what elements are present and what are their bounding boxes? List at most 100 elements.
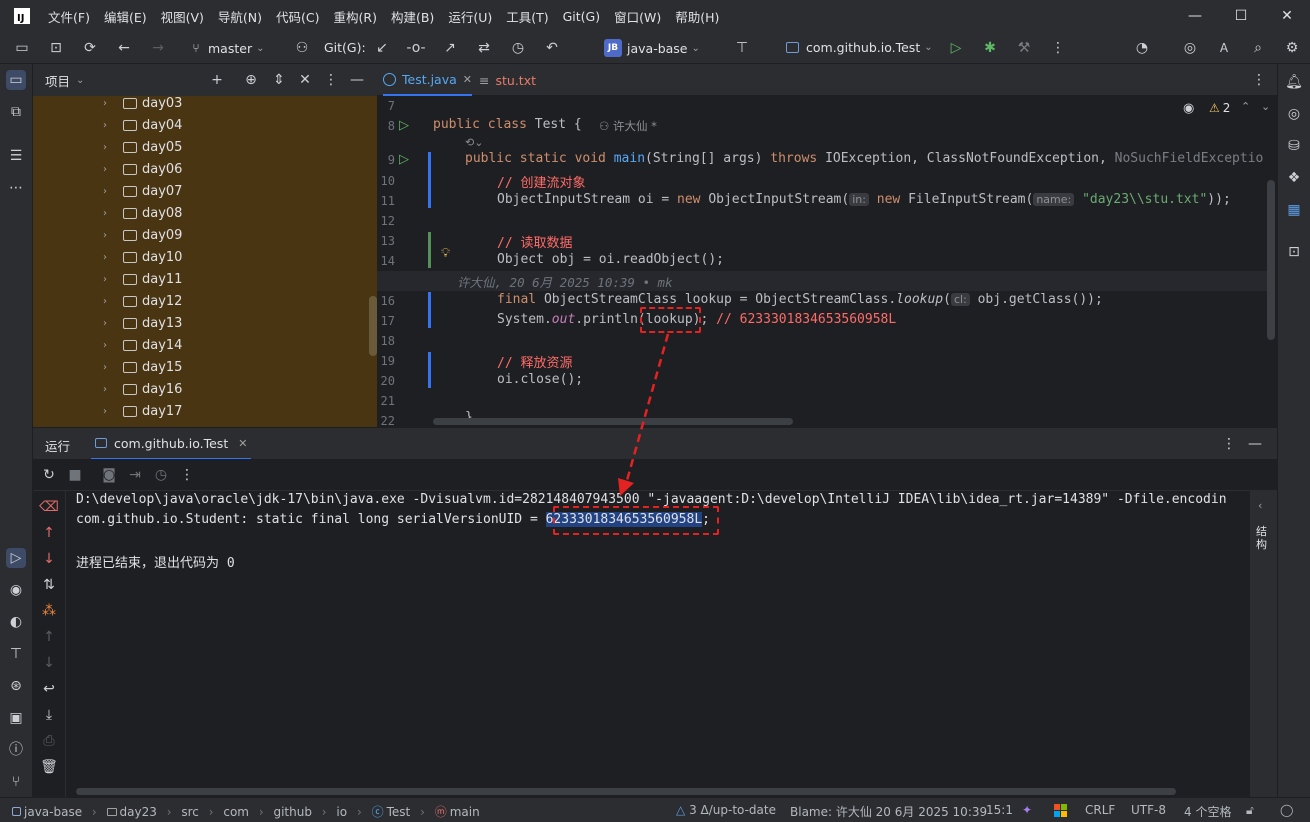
console-hscrollbar[interactable] (76, 788, 1176, 795)
services-icon[interactable]: ◉ (6, 580, 26, 600)
code-with-me-icon[interactable]: ⊡ (1284, 242, 1304, 262)
run-more-icon[interactable]: ⋮ (177, 465, 197, 485)
forward-icon[interactable]: → (148, 38, 168, 58)
menu-edit[interactable]: 编辑(E) (104, 7, 147, 26)
tree-folder[interactable]: › day12 (33, 290, 377, 312)
chevron-down-icon[interactable]: ⌄ (76, 75, 84, 86)
translate-icon[interactable]: A (1214, 38, 1234, 58)
endpoints-icon[interactable]: ⊛ (6, 676, 26, 696)
run-class-gutter-icon[interactable]: ▷ (399, 118, 409, 133)
tree-folder[interactable]: › day06 (33, 158, 377, 180)
lock-icon[interactable]: 🔓︎ (1246, 803, 1254, 818)
search-icon[interactable]: ⌕ (1248, 38, 1268, 58)
scroll-down-icon[interactable]: ↓ (39, 653, 59, 673)
coverage-icon[interactable]: ◷ (151, 465, 171, 485)
vcs-modified-marker[interactable] (428, 152, 431, 208)
more-actions-icon[interactable]: ⋮ (1048, 38, 1068, 58)
export-icon[interactable]: ⇥ (125, 465, 145, 485)
structure-tool-icon[interactable]: ☰ (6, 146, 26, 166)
notifications-icon[interactable]: 🔔︎ (1284, 72, 1304, 92)
menu-build[interactable]: 构建(B) (391, 7, 434, 26)
run-main-gutter-icon[interactable]: ▷ (399, 152, 409, 167)
add-user-icon[interactable]: ⚇ (292, 38, 312, 58)
tree-folder[interactable]: › day07 (33, 180, 377, 202)
rerun-icon[interactable]: ↻ (39, 465, 59, 485)
project-selector[interactable]: JB java-base ⌄ (604, 39, 700, 57)
clear-icon[interactable]: ⌫ (39, 497, 59, 517)
menu-run[interactable]: 运行(U) (448, 7, 492, 26)
collapse-all-icon[interactable]: ✕ (295, 70, 315, 90)
add-icon[interactable]: + (207, 70, 227, 90)
expand-all-icon[interactable]: ⇕ (269, 70, 289, 90)
update-icon[interactable]: ◔ (1132, 38, 1152, 58)
git-status-icon[interactable]: ◯ (1280, 803, 1293, 817)
build-hammer-icon[interactable]: ⊤ (732, 38, 752, 58)
editor-hscrollbar[interactable] (433, 418, 793, 425)
tree-folder[interactable]: › day04 (33, 114, 377, 136)
tree-folder[interactable]: › day10 (33, 246, 377, 268)
git-update-icon[interactable]: ↙ (372, 38, 392, 58)
crumb-src[interactable]: src (181, 805, 199, 819)
vcs-modified-marker[interactable] (428, 352, 431, 388)
menu-window[interactable]: 窗口(W) (614, 7, 661, 26)
vcs-added-marker[interactable] (428, 232, 431, 268)
save-icon[interactable]: ⊡ (46, 38, 66, 58)
tab-run-config[interactable]: com.github.io.Test ✕ (91, 428, 252, 460)
close-tab-icon[interactable]: ✕ (238, 437, 247, 450)
tree-folder[interactable]: › day14 (33, 334, 377, 356)
run-icon[interactable]: ▷ (946, 38, 966, 58)
vcs-modified-marker[interactable] (428, 292, 431, 328)
git-merge-icon[interactable]: ⇄ (474, 38, 494, 58)
tab-options-icon[interactable]: ⋮ (1249, 70, 1269, 90)
blame-status[interactable]: Blame: 许大仙 20 6月 2025 10:39 (790, 803, 987, 820)
next-highlight-icon[interactable]: ⌄ (1261, 100, 1270, 113)
tree-folder[interactable]: › day05 (33, 136, 377, 158)
intellij-logo-icon[interactable]: IJ (14, 8, 30, 24)
hide-run-panel-icon[interactable]: — (1245, 434, 1265, 454)
windows-logo-icon[interactable] (1054, 804, 1067, 817)
crumb-github[interactable]: github (273, 805, 311, 819)
build-tool-icon[interactable]: ⊤ (6, 644, 26, 664)
build-icon[interactable]: ⚒ (1014, 38, 1034, 58)
crumb-project[interactable]: java-base (12, 805, 82, 819)
crumb-method[interactable]: ⓜ main (435, 805, 480, 819)
debug-dots-icon[interactable]: ⁂ (39, 601, 59, 621)
run-tool-icon[interactable]: ▷ (6, 548, 26, 568)
debug-icon[interactable]: ✱ (980, 38, 1000, 58)
tree-folder[interactable]: › day13 (33, 312, 377, 334)
menu-navigate[interactable]: 导航(N) (218, 7, 262, 26)
tab-test-java[interactable]: Test.java ✕ (383, 64, 472, 96)
git-tool-icon[interactable]: ⑂ (6, 772, 26, 792)
bulb-icon[interactable]: 💡︎ (441, 246, 450, 261)
problems-icon[interactable]: ⓘ (6, 740, 26, 760)
up-arrow-icon[interactable]: ↑ (39, 523, 59, 543)
console-output[interactable]: D:\develop\java\oracle\jdk-17\bin\java.e… (66, 491, 1250, 797)
close-tab-icon[interactable]: ✕ (463, 73, 472, 86)
hide-panel-icon[interactable]: — (347, 70, 367, 90)
code-vision-icon[interactable]: ⟲⌄ (465, 136, 483, 149)
scroll-to-end-icon[interactable]: ⤓ (39, 705, 59, 725)
settings-gear-icon[interactable]: ⚙ (1282, 38, 1302, 58)
database-icon[interactable]: ⛁ (1284, 136, 1304, 156)
project-panel-title[interactable]: 项目 (45, 71, 70, 90)
ai-chat-icon[interactable]: ◎ (1284, 104, 1304, 124)
tree-folder[interactable]: › day03 (33, 92, 377, 114)
author-hint[interactable]: ⚇ 许大仙 * (599, 118, 657, 134)
crumb-class[interactable]: ⓒ Test (372, 805, 411, 819)
screenshot-icon[interactable]: ◙ (99, 465, 119, 485)
device-icon[interactable]: ▦ (1284, 200, 1304, 220)
print-icon[interactable]: ⎙ (39, 731, 59, 751)
run-tab-label[interactable]: 运行 (45, 436, 70, 455)
code-editor[interactable]: 7 8 9 10 11 12 13 14 15 16 17 18 19 20 2… (377, 96, 1277, 427)
rollback-icon[interactable]: ↶ (542, 38, 562, 58)
sort-icon[interactable]: ⇅ (39, 575, 59, 595)
crumb-com[interactable]: com (223, 805, 249, 819)
menu-tools[interactable]: 工具(T) (506, 7, 548, 26)
back-icon[interactable]: ← (114, 38, 134, 58)
tree-folder[interactable]: › day16 (33, 378, 377, 400)
more-tools-icon[interactable]: ⋯ (6, 178, 26, 198)
file-encoding[interactable]: UTF-8 (1131, 803, 1166, 817)
crumb-folder[interactable]: day23 (106, 805, 157, 819)
vcs-status[interactable]: △ 3 Δ/up-to-date (676, 803, 776, 817)
tree-folder[interactable]: › day11 (33, 268, 377, 290)
